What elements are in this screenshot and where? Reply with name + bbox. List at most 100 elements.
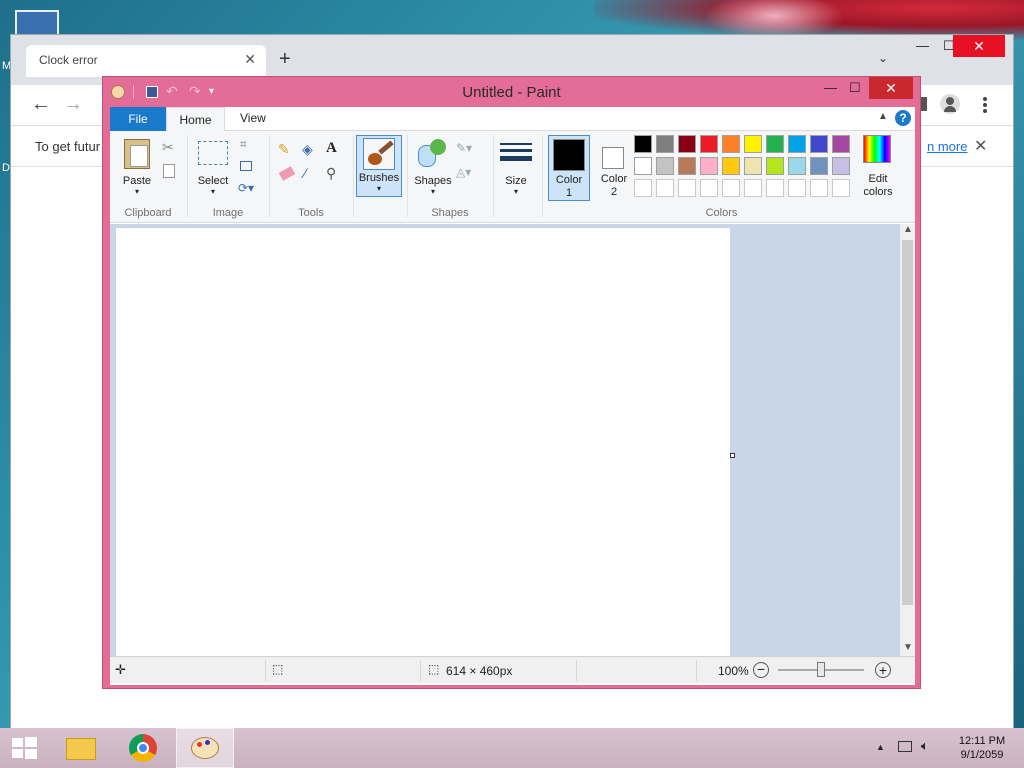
custom-color-slot[interactable] xyxy=(700,179,718,197)
palette-swatch[interactable] xyxy=(700,135,718,153)
volume-icon[interactable]: 🔈︎ xyxy=(921,738,929,754)
tab-close-icon[interactable]: ✕ xyxy=(244,51,256,68)
paste-icon[interactable] xyxy=(124,139,150,169)
zoom-in-button[interactable]: + xyxy=(875,662,891,678)
paint-window: ↶ ↷ ▾ Untitled - Paint — ☐ ✕ File Home V… xyxy=(102,76,921,689)
system-clock[interactable]: 12:11 PM 9/1/2059 xyxy=(945,734,1019,762)
info-bar-close-icon[interactable]: ✕ xyxy=(974,136,987,156)
custom-color-slot[interactable] xyxy=(766,179,784,197)
pencil-icon[interactable]: ✎ xyxy=(278,141,290,158)
fill-icon[interactable]: ◈ xyxy=(302,141,313,158)
tab-home[interactable]: Home xyxy=(166,107,225,132)
palette-swatch[interactable] xyxy=(810,135,828,153)
palette-swatch[interactable] xyxy=(744,135,762,153)
help-icon[interactable]: ? xyxy=(895,110,911,126)
network-icon[interactable] xyxy=(898,741,912,752)
color1-button[interactable]: Color 1 xyxy=(548,135,590,201)
maximize-button[interactable]: ☐ xyxy=(849,80,861,96)
zoom-slider-thumb[interactable] xyxy=(817,662,825,677)
forward-button[interactable]: → xyxy=(63,93,83,116)
magnifier-icon[interactable]: ⚲ xyxy=(326,165,336,182)
size-button[interactable]: Size xyxy=(496,175,536,187)
shapes-icon[interactable] xyxy=(418,139,448,169)
palette-swatch[interactable] xyxy=(766,157,784,175)
palette-swatch[interactable] xyxy=(700,157,718,175)
palette-swatch[interactable] xyxy=(678,135,696,153)
tab-view[interactable]: View xyxy=(240,111,266,125)
show-hidden-icons[interactable]: ▲ xyxy=(876,742,885,752)
start-button[interactable] xyxy=(0,728,48,768)
collapse-ribbon-icon[interactable]: ▲ xyxy=(878,111,888,122)
color1-label: Color xyxy=(555,174,583,186)
custom-color-slot[interactable] xyxy=(678,179,696,197)
select-dropdown-icon[interactable]: ▾ xyxy=(192,187,234,196)
minimize-button[interactable]: — xyxy=(824,80,837,95)
close-button[interactable]: ✕ xyxy=(953,35,1005,57)
menu-icon[interactable] xyxy=(983,97,987,113)
palette-swatch[interactable] xyxy=(832,157,850,175)
custom-color-slot[interactable] xyxy=(744,179,762,197)
paste-dropdown-icon[interactable]: ▾ xyxy=(118,187,156,196)
custom-color-slot[interactable] xyxy=(722,179,740,197)
select-button[interactable]: Select xyxy=(192,175,234,187)
palette-swatch[interactable] xyxy=(656,135,674,153)
browser-tab[interactable]: Clock error ✕ xyxy=(26,45,266,77)
edit-colors-icon xyxy=(863,135,891,163)
eraser-icon[interactable] xyxy=(278,166,296,181)
custom-color-slot[interactable] xyxy=(656,179,674,197)
color-picker-icon[interactable]: ⁄ xyxy=(304,165,306,181)
select-icon[interactable] xyxy=(198,141,228,165)
edit-colors-button[interactable]: Edit colors xyxy=(856,135,900,201)
scroll-thumb[interactable] xyxy=(902,240,913,605)
rotate-icon[interactable]: ⟳▾ xyxy=(238,181,254,195)
canvas-resize-handle[interactable] xyxy=(730,453,735,458)
palette-swatch[interactable] xyxy=(810,157,828,175)
resize-icon[interactable] xyxy=(240,161,252,171)
back-button[interactable]: ← xyxy=(31,93,51,116)
palette-swatch[interactable] xyxy=(788,157,806,175)
drawing-canvas[interactable] xyxy=(116,228,730,656)
palette-swatch[interactable] xyxy=(744,157,762,175)
color2-button[interactable]: Color 2 xyxy=(594,135,634,201)
file-explorer-icon[interactable] xyxy=(52,728,110,768)
shapes-button[interactable]: Shapes xyxy=(410,175,456,187)
profile-icon[interactable] xyxy=(940,94,960,114)
close-button[interactable]: ✕ xyxy=(869,77,913,99)
shapes-dropdown-icon[interactable]: ▾ xyxy=(410,187,456,196)
palette-swatch[interactable] xyxy=(722,135,740,153)
new-tab-button[interactable]: + xyxy=(279,48,291,71)
vertical-scrollbar[interactable]: ▲ ▼ xyxy=(900,224,915,656)
brushes-button[interactable]: Brushes ▾ xyxy=(356,135,402,197)
color2-number: 2 xyxy=(610,186,618,198)
cut-icon[interactable]: ✂ xyxy=(162,139,174,156)
minimize-button[interactable]: — xyxy=(916,38,929,53)
chrome-taskbar-icon[interactable] xyxy=(114,728,172,768)
custom-color-slot[interactable] xyxy=(832,179,850,197)
scroll-down-icon[interactable]: ▼ xyxy=(903,642,913,653)
paint-taskbar-icon[interactable] xyxy=(176,728,234,768)
learn-more-link[interactable]: n more xyxy=(927,139,967,154)
paste-button[interactable]: Paste xyxy=(118,175,156,187)
custom-color-slot[interactable] xyxy=(810,179,828,197)
size-dropdown-icon[interactable]: ▾ xyxy=(496,187,536,196)
palette-swatch[interactable] xyxy=(832,135,850,153)
fill-shape-icon[interactable]: ◬▾ xyxy=(456,165,471,179)
size-icon[interactable] xyxy=(500,143,532,167)
custom-color-slot[interactable] xyxy=(634,179,652,197)
custom-color-slot[interactable] xyxy=(788,179,806,197)
tab-file[interactable]: File xyxy=(110,107,166,131)
text-icon[interactable]: A xyxy=(326,140,337,157)
crop-icon[interactable]: ⌗ xyxy=(240,137,247,152)
tab-search-button[interactable]: ⌄ xyxy=(878,51,888,65)
palette-swatch[interactable] xyxy=(722,157,740,175)
palette-swatch[interactable] xyxy=(634,157,652,175)
palette-swatch[interactable] xyxy=(766,135,784,153)
outline-icon[interactable]: ✎▾ xyxy=(456,141,472,155)
copy-icon[interactable] xyxy=(163,164,175,178)
palette-swatch[interactable] xyxy=(678,157,696,175)
palette-swatch[interactable] xyxy=(656,157,674,175)
palette-swatch[interactable] xyxy=(634,135,652,153)
palette-swatch[interactable] xyxy=(788,135,806,153)
scroll-up-icon[interactable]: ▲ xyxy=(903,224,913,235)
zoom-out-button[interactable]: − xyxy=(753,662,769,678)
